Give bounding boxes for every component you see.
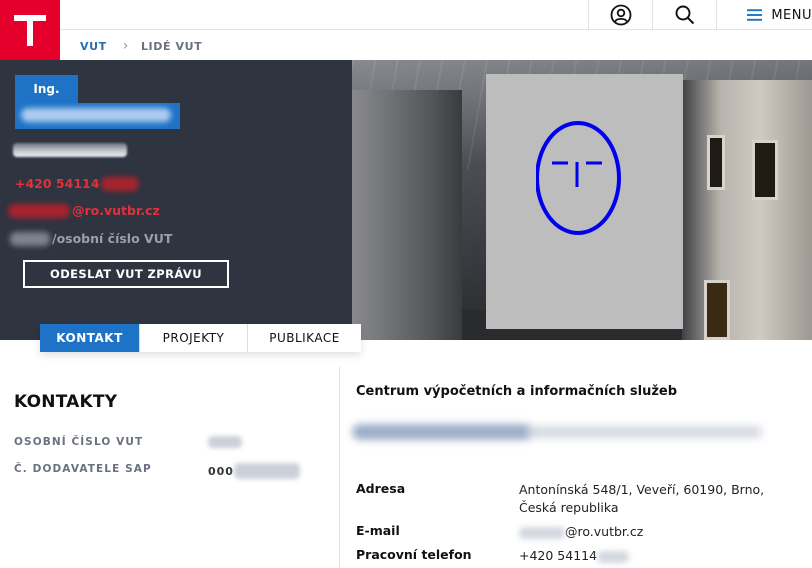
breadcrumb-home-link[interactable]: VUT xyxy=(80,40,107,53)
academic-title-badge: Ing. xyxy=(15,75,78,103)
redacted-email-prefix xyxy=(519,526,565,539)
work-phone-label: Pracovní telefon xyxy=(356,547,472,562)
breadcrumb-current[interactable]: LIDÉ VUT xyxy=(141,40,202,53)
face-placeholder-icon xyxy=(536,121,621,235)
redacted-position xyxy=(13,143,127,157)
redacted-sap-number xyxy=(233,463,300,479)
breadcrumb: VUT › LIDÉ VUT xyxy=(80,38,202,54)
email-value-text: @ro.vutbr.cz xyxy=(565,524,644,539)
address-value: Antonínská 548/1, Veveří, 60190, Brno, Č… xyxy=(519,482,765,515)
phone-text: +420 54114 xyxy=(15,176,100,191)
profile-email[interactable]: @ro.vutbr.cz xyxy=(8,203,160,218)
building-wall-right xyxy=(682,80,812,340)
personal-number-field-value xyxy=(208,436,242,448)
sap-supplier-field-value: 000 xyxy=(208,463,300,479)
profile-phone[interactable]: +420 54114 xyxy=(15,176,140,191)
window xyxy=(752,140,778,200)
tab-publikace[interactable]: PUBLIKACE xyxy=(248,324,361,352)
redacted-personal-number xyxy=(10,231,50,246)
menu-label: MENU xyxy=(771,7,812,23)
personal-number-label: /osobní číslo VUT xyxy=(52,231,173,246)
redacted-phone-suffix xyxy=(101,176,140,191)
email-domain-text: @ro.vutbr.cz xyxy=(72,203,160,218)
personal-number-field-label: OSOBNÍ ČÍSLO VUT xyxy=(14,436,144,448)
work-phone-row: Pracovní telefon +420 54114 xyxy=(356,547,796,565)
profile-tabs: KONTAKT PROJEKTY PUBLIKACE xyxy=(40,324,361,352)
chevron-right-icon: › xyxy=(122,38,129,54)
redacted-phone-suffix xyxy=(597,550,630,563)
menu-button[interactable]: MENU xyxy=(716,0,812,30)
department-name[interactable]: Centrum výpočetních a informačních služe… xyxy=(356,384,677,399)
window xyxy=(707,135,725,190)
work-phone-value[interactable]: +420 54114 xyxy=(519,547,796,565)
email-value[interactable]: @ro.vutbr.cz xyxy=(519,523,796,541)
tab-kontakt[interactable]: KONTAKT xyxy=(40,324,140,352)
redacted-personal-number-value xyxy=(208,436,242,448)
user-icon xyxy=(610,4,631,26)
address-row: Adresa Antonínská 548/1, Veveří, 60190, … xyxy=(356,481,796,517)
search-button[interactable] xyxy=(652,0,716,30)
redacted-name xyxy=(15,103,180,129)
profile-personal-number: /osobní číslo VUT xyxy=(10,231,172,246)
redacted-role xyxy=(352,420,764,444)
tab-projekty[interactable]: PROJEKTY xyxy=(140,324,248,352)
email-label: E-mail xyxy=(356,523,400,538)
send-vut-message-button[interactable]: ODESLAT VUT ZPRÁVU xyxy=(23,260,229,288)
user-button[interactable] xyxy=(588,0,652,30)
search-icon xyxy=(675,5,694,25)
sap-supplier-field-label: Č. DODAVATELE SAP xyxy=(14,463,152,475)
top-bar: MENU xyxy=(0,0,812,30)
address-label: Adresa xyxy=(356,481,406,496)
vut-logo[interactable] xyxy=(0,0,60,60)
window xyxy=(704,280,730,340)
sap-supplier-value-text: 000 xyxy=(208,464,234,478)
email-row: E-mail @ro.vutbr.cz xyxy=(356,523,796,541)
profile-photo-placeholder xyxy=(486,74,683,329)
work-phone-text: +420 54114 xyxy=(519,548,598,563)
column-divider xyxy=(339,366,340,568)
hamburger-icon xyxy=(747,9,763,21)
building-wall-left xyxy=(352,90,462,340)
logo-mark-vertical xyxy=(27,15,33,46)
redacted-email-prefix xyxy=(8,203,70,218)
contacts-heading: KONTAKTY xyxy=(14,392,118,412)
